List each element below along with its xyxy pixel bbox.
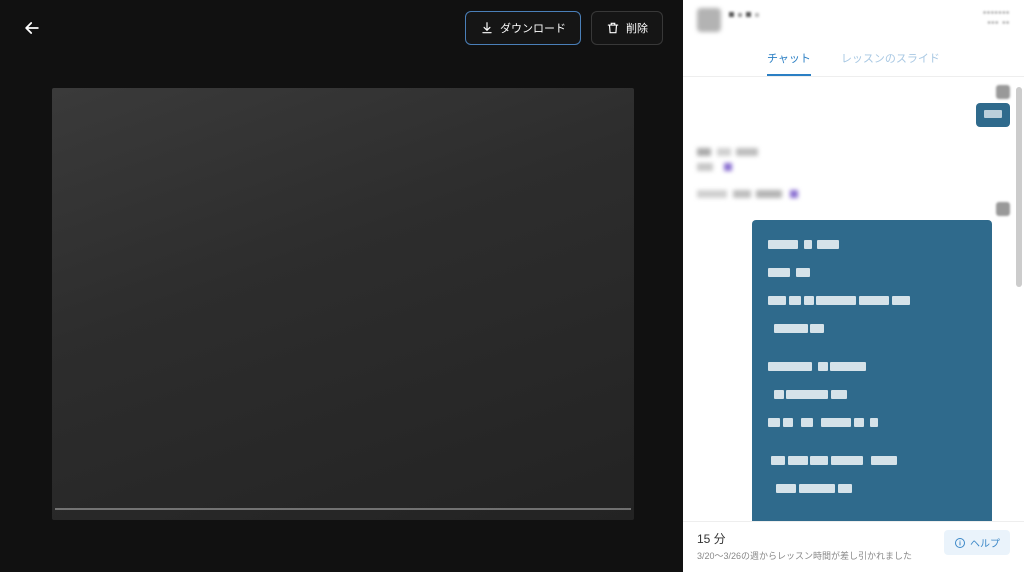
delete-button[interactable]: 削除 [591, 11, 663, 45]
tab-slides[interactable]: レッスンのスライド [841, 42, 940, 76]
download-label: ダウンロード [500, 20, 566, 36]
avatar [697, 8, 721, 32]
deduction-note: 3/20〜3/26の週からレッスン時間が差し引かれました [697, 549, 936, 562]
tab-bar: チャット レッスンのスライド [683, 36, 1024, 77]
chat-bubble-long [752, 220, 992, 521]
marker-icon [790, 190, 798, 198]
help-button[interactable]: ヘルプ [944, 530, 1010, 555]
scrollbar-thumb[interactable] [1016, 87, 1022, 287]
tab-chat[interactable]: チャット [767, 42, 811, 76]
video-player[interactable] [52, 88, 634, 520]
video-progress-bar[interactable] [55, 508, 631, 510]
lesson-duration: 15 分 [697, 530, 936, 547]
download-button[interactable]: ダウンロード [465, 11, 581, 45]
panel-header: ▪▪▪▪▪▪▪ ▪▪▪ ▪▪ [683, 0, 1024, 36]
header-title [729, 8, 759, 17]
marker-icon [724, 163, 732, 171]
back-arrow-icon[interactable] [20, 16, 44, 40]
delete-label: 削除 [626, 20, 648, 36]
help-label: ヘルプ [970, 535, 1000, 550]
chat-bubble [697, 189, 798, 200]
video-topbar: ダウンロード 削除 [0, 0, 683, 56]
user-avatar-icon [996, 202, 1010, 216]
chat-bubble [976, 103, 1010, 127]
header-meta: ▪▪▪▪▪▪▪ ▪▪▪ ▪▪ [983, 8, 1010, 29]
download-icon [480, 21, 494, 35]
trash-icon [606, 21, 620, 35]
user-avatar-icon [996, 85, 1010, 99]
video-panel: ダウンロード 削除 [0, 0, 683, 572]
chat-area[interactable] [683, 77, 1024, 521]
chat-bubble [697, 147, 758, 173]
side-panel: ▪▪▪▪▪▪▪ ▪▪▪ ▪▪ チャット レッスンのスライド [683, 0, 1024, 572]
panel-footer: 15 分 3/20〜3/26の週からレッスン時間が差し引かれました ヘルプ [683, 521, 1024, 572]
info-icon [954, 537, 966, 549]
